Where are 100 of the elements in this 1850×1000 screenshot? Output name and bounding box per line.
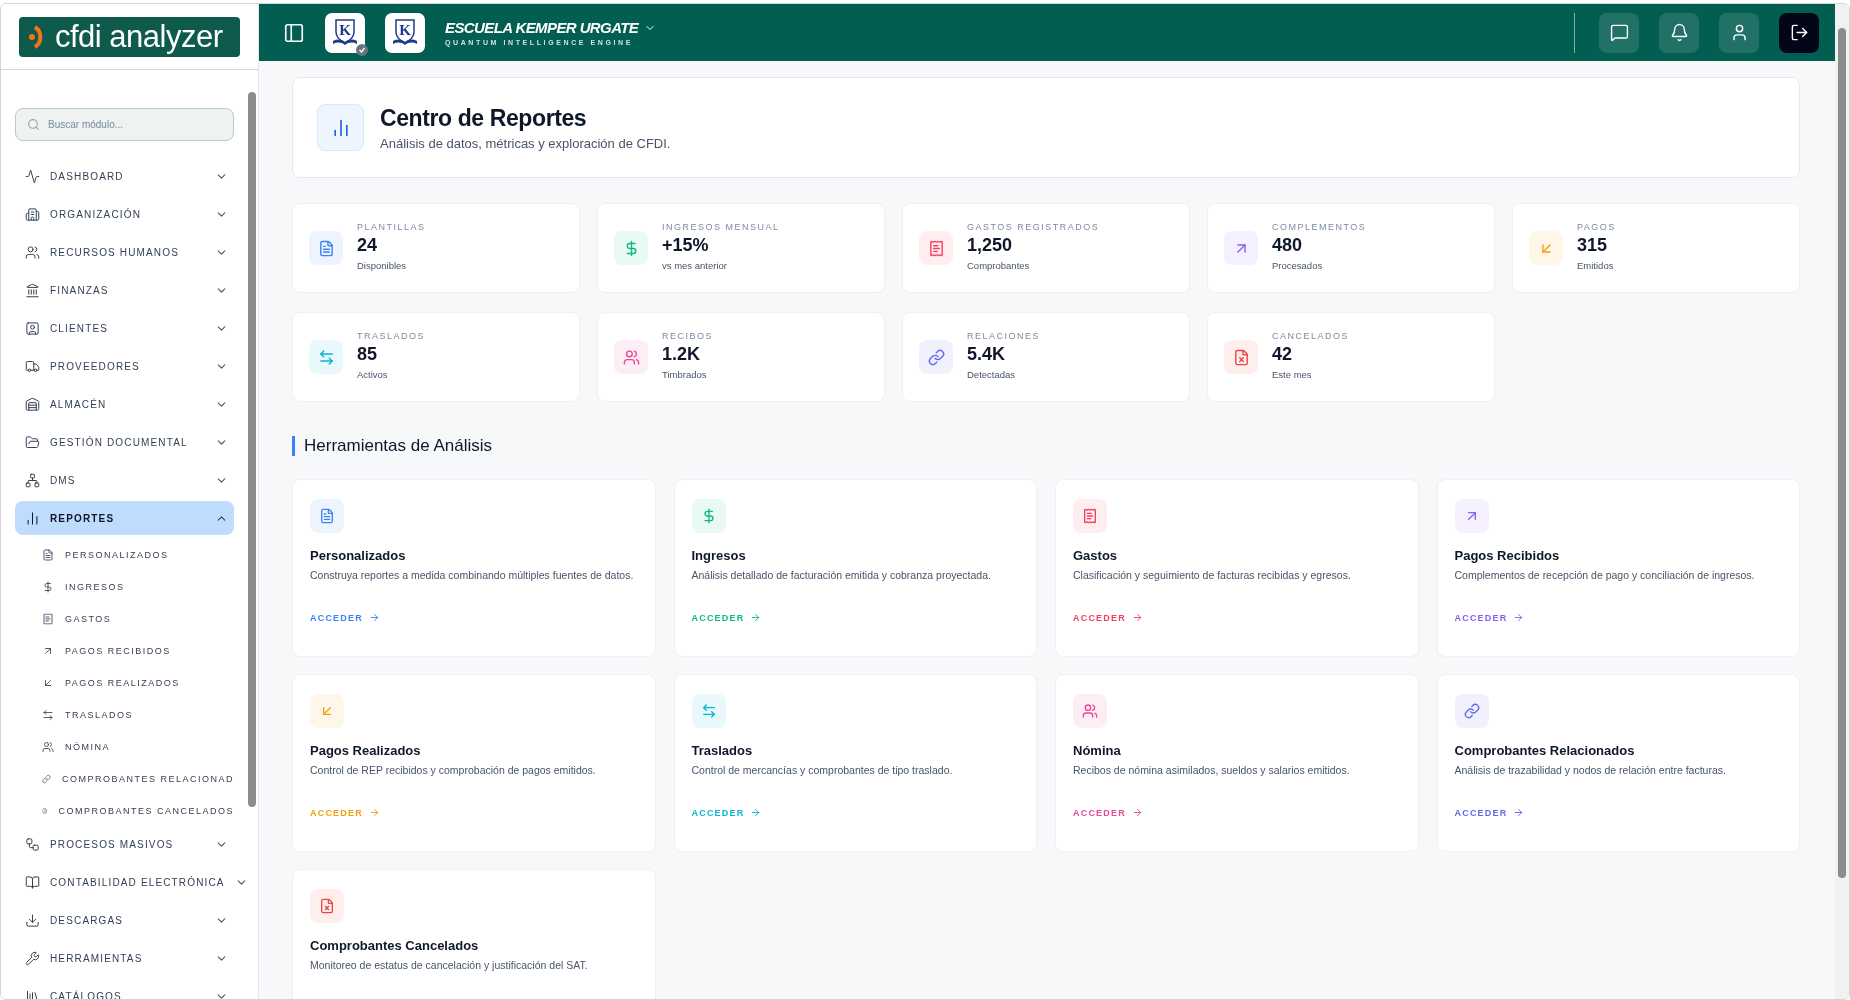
access-link[interactable]: ACCEDER — [1454, 807, 1525, 818]
nav-subitem[interactable]: NÓMINA — [15, 731, 234, 763]
receipt-icon — [42, 613, 54, 625]
crest-letter: K — [339, 21, 351, 39]
nav-subitem[interactable]: GASTOS — [15, 603, 234, 635]
report-description: Construya reportes a medida combinando múltiples fuentes de datos. — [310, 568, 635, 583]
stat-caption: Este mes — [1272, 368, 1313, 380]
notifications-button[interactable] — [1659, 12, 1699, 53]
panel-icon — [283, 21, 305, 44]
nav-item[interactable]: DMS — [15, 463, 234, 497]
arrow-right-icon — [750, 612, 762, 623]
section-title: Herramientas de Análisis — [292, 436, 1800, 456]
bar-chart-icon — [317, 104, 364, 151]
users-icon — [25, 244, 40, 260]
hierarchy-icon — [25, 472, 40, 488]
report-card[interactable]: Comprobantes Relacionados Análisis de trazabilidad y nodos de relación entre facturas. ACCEDER — [1436, 674, 1800, 852]
report-description: Monitoreo de estatus de cancelación y justificación del SAT. — [310, 958, 589, 973]
nav-subitem[interactable]: TRASLADOS — [15, 699, 234, 731]
nav-item[interactable]: PROVEEDORES — [15, 349, 234, 383]
arrow-right-icon — [368, 807, 380, 818]
stat-value: 480 — [1272, 234, 1304, 256]
stat-label: TRASLADOS — [357, 330, 425, 341]
report-description: Control de mercancías y comprobantes de tipo traslado. — [691, 763, 954, 778]
pulse-icon — [25, 168, 40, 184]
nav-item[interactable]: GESTIÓN DOCUMENTAL — [15, 425, 234, 459]
search-icon — [27, 118, 40, 131]
logout-button[interactable] — [1779, 12, 1819, 53]
arrow-right-icon — [1513, 807, 1525, 818]
nav-subitem[interactable]: COMPROBANTES CANCELADOS — [15, 795, 234, 827]
book-icon — [25, 874, 40, 890]
app-logo[interactable]: cfdi analyzer — [19, 16, 240, 57]
report-card[interactable]: Nómina Recibos de nómina asimilados, sueldos y salarios emitidos. ACCEDER — [1055, 674, 1419, 852]
report-card[interactable]: Pagos Realizados Control de REP recibidos y comprobación de pagos emitidos. ACCEDER — [292, 674, 656, 852]
report-card[interactable]: Traslados Control de mercancías y comprobantes de tipo traslado. ACCEDER — [673, 674, 1037, 852]
access-link[interactable]: ACCEDER — [1073, 807, 1143, 818]
nav-item[interactable]: ALMACÉN — [15, 387, 234, 421]
arrow-right-icon — [1131, 807, 1143, 818]
stat-label: COMPLEMENTOS — [1272, 221, 1367, 232]
stat-value: 5.4K — [967, 343, 1007, 365]
nav-item[interactable]: ORGANIZACIÓN — [15, 197, 234, 231]
nav-subitem[interactable]: PAGOS REALIZADOS — [15, 667, 234, 699]
report-title: Comprobantes Relacionados — [1454, 743, 1636, 758]
bank-icon — [25, 282, 40, 298]
report-title: Traslados — [691, 743, 754, 758]
nav-item[interactable]: HERRAMIENTAS — [15, 941, 234, 975]
nav-item[interactable]: CLIENTES — [15, 311, 234, 345]
stat-caption: Procesados — [1272, 259, 1324, 271]
report-title: Pagos Recibidos — [1454, 548, 1561, 563]
nav-subitem[interactable]: INGRESOS — [15, 571, 234, 603]
nav-item[interactable]: PROCESOS MASIVOS — [15, 827, 234, 861]
nav-item[interactable]: FINANZAS — [15, 273, 234, 307]
nav-subitem[interactable]: PERSONALIZADOS — [15, 539, 234, 571]
bell-icon — [1669, 23, 1689, 42]
arrow-right-icon — [1513, 612, 1525, 623]
stat-label: PLANTILLAS — [357, 221, 426, 232]
messages-button[interactable] — [1599, 12, 1639, 53]
access-link[interactable]: ACCEDER — [1073, 612, 1143, 623]
stat-value: +15% — [662, 234, 710, 256]
report-title: Gastos — [1073, 548, 1119, 563]
check-badge-icon — [356, 43, 368, 56]
crest-letter: K — [399, 21, 411, 39]
link-icon — [42, 773, 51, 785]
logout-icon — [1789, 23, 1809, 42]
nav-item[interactable]: REPORTES — [15, 501, 234, 535]
report-card[interactable]: Comprobantes Cancelados Monitoreo de estatus de cancelación y justificación del SAT. — [292, 869, 656, 999]
scrollbar[interactable] — [1835, 4, 1849, 999]
stat-label: GASTOS REGISTRADOS — [967, 221, 1100, 232]
sidebar-toggle-button[interactable] — [283, 21, 305, 44]
stat-value: 1.2K — [662, 343, 702, 365]
report-description: Clasificación y seguimiento de facturas recibidas y egresos. — [1073, 568, 1352, 583]
report-card[interactable]: Personalizados Construya reportes a medida combinando múltiples fuentes de datos. ACCEDER — [292, 479, 656, 657]
stat-caption: Detectadas — [967, 368, 1017, 380]
profile-button[interactable] — [1719, 12, 1759, 53]
report-description: Análisis detallado de facturación emitida y cobranza proyectada. — [691, 568, 992, 583]
download-icon — [25, 912, 40, 928]
report-description: Recibos de nómina asimilados, sueldos y salarios emitidos. — [1073, 763, 1351, 778]
nav-item[interactable]: CATÁLOGOS — [15, 979, 234, 999]
stat-caption: Comprobantes — [967, 259, 1031, 271]
dollar-icon — [42, 581, 54, 593]
school-logo[interactable]: K — [325, 12, 365, 53]
nav-item[interactable]: CONTABILIDAD ELECTRÓNICA — [15, 865, 234, 899]
report-card[interactable]: Gastos Clasificación y seguimiento de facturas recibidas y egresos. ACCEDER — [1055, 479, 1419, 657]
report-card[interactable]: Ingresos Análisis detallado de facturación emitida y cobranza proyectada. ACCEDER — [673, 479, 1037, 657]
nav-item[interactable]: DASHBOARD — [15, 159, 234, 193]
document-icon — [42, 549, 54, 561]
stat-caption: Timbrados — [662, 368, 708, 380]
report-title: Nómina — [1073, 743, 1122, 758]
access-link[interactable]: ACCEDER — [310, 612, 380, 623]
nav-item[interactable]: RECURSOS HUMANOS — [15, 235, 234, 269]
report-card[interactable]: Pagos Recibidos Complementos de recepción de pago y conciliación de ingresos. ACCEDER — [1436, 479, 1800, 657]
nav-subitem[interactable]: PAGOS RECIBIDOS — [15, 635, 234, 667]
school-logo[interactable]: K — [385, 12, 425, 53]
stat-caption: Disponibles — [357, 259, 408, 271]
report-description: Control de REP recibidos y comprobación de pagos emitidos. — [310, 763, 597, 778]
stat-value: 315 — [1577, 234, 1609, 256]
nav-subitem[interactable]: COMPROBANTES RELACIONAD — [15, 763, 234, 795]
nav-item[interactable]: DESCARGAS — [15, 903, 234, 937]
search-field[interactable]: Buscar módulo... — [15, 108, 234, 141]
access-link[interactable]: ACCEDER — [1454, 612, 1525, 623]
chat-icon — [1609, 23, 1629, 42]
